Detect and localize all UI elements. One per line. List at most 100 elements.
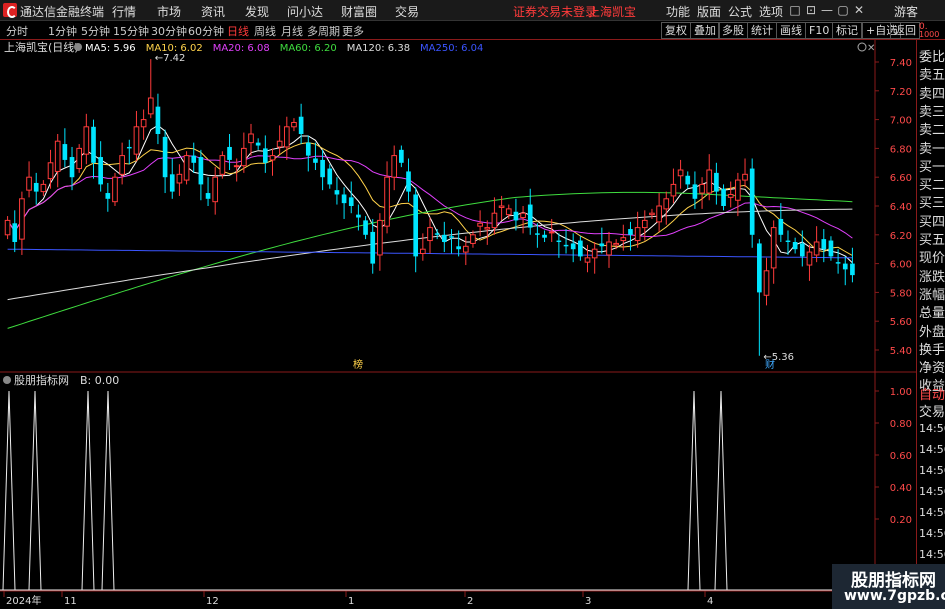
panel-label: 涨幅 xyxy=(919,287,945,303)
candle-body xyxy=(505,208,512,216)
period-5min[interactable]: 5分钟 xyxy=(81,23,110,39)
candle-body xyxy=(835,262,841,264)
menu-item-caifuquan[interactable]: 财富圈 xyxy=(341,3,377,20)
date-axis-label: 2 xyxy=(467,596,473,607)
candle-body xyxy=(348,197,354,206)
indicator-axis-label: 0.20 xyxy=(890,515,912,526)
candle-body xyxy=(570,243,576,250)
candle-body xyxy=(742,173,748,181)
candle-body xyxy=(670,183,677,197)
candle-body xyxy=(456,246,461,250)
stats-button[interactable]: 统计 xyxy=(747,22,777,39)
candle-body xyxy=(513,211,519,221)
minimize-icon[interactable]: — xyxy=(819,2,835,18)
period-multi[interactable]: 多周期 xyxy=(307,23,340,39)
period-30min[interactable]: 30分钟 xyxy=(151,23,187,39)
app-logo-icon xyxy=(3,3,17,18)
overlay-button[interactable]: 叠加 xyxy=(690,22,720,39)
f10-button[interactable]: F10 xyxy=(805,22,834,39)
menu-item-gongneng[interactable]: 功能 xyxy=(666,3,690,20)
candle-body xyxy=(356,214,361,218)
candle-body xyxy=(714,172,719,192)
window-tile-icon[interactable]: ⊡ xyxy=(803,2,819,18)
login-warning[interactable]: 证券交易未登录 xyxy=(513,3,597,20)
candle-body xyxy=(427,227,433,242)
period-fenshi[interactable]: 分时 xyxy=(6,23,28,39)
candle-body xyxy=(212,176,219,203)
panel-label: 卖四 xyxy=(919,86,945,102)
fuquan-button[interactable]: 复权 xyxy=(661,22,691,39)
multi-stock-button[interactable]: 多股 xyxy=(718,22,748,39)
period-month[interactable]: 月线 xyxy=(281,23,303,39)
panel-label: 现价 xyxy=(919,251,945,267)
candle-body xyxy=(334,190,340,195)
candle-body xyxy=(19,198,25,240)
candle-body xyxy=(126,146,132,149)
chevron-down-icon xyxy=(74,43,82,51)
candle-body xyxy=(462,245,469,253)
candle-body xyxy=(91,126,96,163)
period-60min[interactable]: 60分钟 xyxy=(188,23,224,39)
candle-body xyxy=(183,155,190,181)
date-axis-label: 2024年 xyxy=(6,594,41,607)
panel-label: 换手 xyxy=(919,342,945,358)
panel-label: 卖五 xyxy=(919,68,945,84)
candle-body xyxy=(542,234,547,238)
panel-label: 买三 xyxy=(919,196,945,212)
period-day[interactable]: 日线 xyxy=(227,23,249,39)
back-button[interactable]: 返回 xyxy=(890,22,920,39)
draw-line-button[interactable]: 画线 xyxy=(776,22,806,39)
candle-body xyxy=(47,162,54,180)
period-more[interactable]: 更多 xyxy=(342,23,364,39)
candle-body xyxy=(69,157,75,178)
candle-body xyxy=(727,193,734,198)
candle-body xyxy=(320,159,325,178)
candle-body xyxy=(384,176,390,227)
indicator-axis-label: 0.40 xyxy=(890,483,912,494)
panel-label: 净资 xyxy=(919,361,945,377)
candle-body xyxy=(591,248,598,259)
indicator-spike xyxy=(101,390,115,591)
price-axis-label: 6.40 xyxy=(890,202,912,213)
menu-item-wenxiaoda[interactable]: 问小达 xyxy=(287,3,323,20)
period-week[interactable]: 周线 xyxy=(254,23,276,39)
indicator-title: 股朋指标网 xyxy=(14,373,69,387)
period-1min[interactable]: 1分钟 xyxy=(48,23,77,39)
candle-body xyxy=(721,188,726,206)
menu-item-hangqing[interactable]: 行情 xyxy=(112,3,136,20)
candle-body xyxy=(98,157,103,185)
event-marker-bang: 榜 xyxy=(353,358,363,371)
menu-item-gongshi[interactable]: 公式 xyxy=(728,3,752,20)
candle-body xyxy=(155,106,161,134)
menu-item-zixun[interactable]: 资讯 xyxy=(201,3,225,20)
candle-body xyxy=(33,182,39,192)
candle-body xyxy=(12,223,18,242)
window-restore-icon[interactable]: □ xyxy=(787,2,803,18)
candle-body xyxy=(391,155,398,178)
close-icon[interactable]: ✕ xyxy=(851,2,867,18)
candle-body xyxy=(563,244,569,247)
panel-label: 买一 xyxy=(919,159,945,175)
menu-item-shichang[interactable]: 市场 xyxy=(157,3,181,20)
mark-button[interactable]: 标记 xyxy=(832,22,862,39)
indicator-lines xyxy=(0,390,875,591)
candle-body xyxy=(105,193,111,199)
panel-label: 交易 xyxy=(919,405,945,420)
indicator-value: B: 0.00 xyxy=(80,374,119,387)
menu-item-faxian[interactable]: 发现 xyxy=(245,3,269,20)
menu-item-xuanxiang[interactable]: 选项 xyxy=(759,3,783,20)
candle-body xyxy=(399,149,404,163)
guest-label[interactable]: 游客 xyxy=(894,3,918,20)
ma-label: MA250: 6.04 xyxy=(420,43,483,54)
panel-label: 委比 xyxy=(919,50,945,65)
menu-item-jiaoyi[interactable]: 交易 xyxy=(395,3,419,20)
candle-body xyxy=(227,146,232,160)
date-axis-label: 11 xyxy=(64,596,77,607)
kline-chart-area[interactable]: 7.40 7.20 7.00 6.80 6.60 6.40 6.20 6.00 5.80 5.60… xyxy=(0,40,916,609)
period-15min[interactable]: 15分钟 xyxy=(113,23,149,39)
maximize-icon[interactable]: ▢ xyxy=(835,2,851,18)
candle-body xyxy=(283,126,290,148)
indicator-spike xyxy=(2,390,16,591)
menu-item-banmian[interactable]: 版面 xyxy=(697,3,721,20)
candle-body xyxy=(692,184,698,199)
